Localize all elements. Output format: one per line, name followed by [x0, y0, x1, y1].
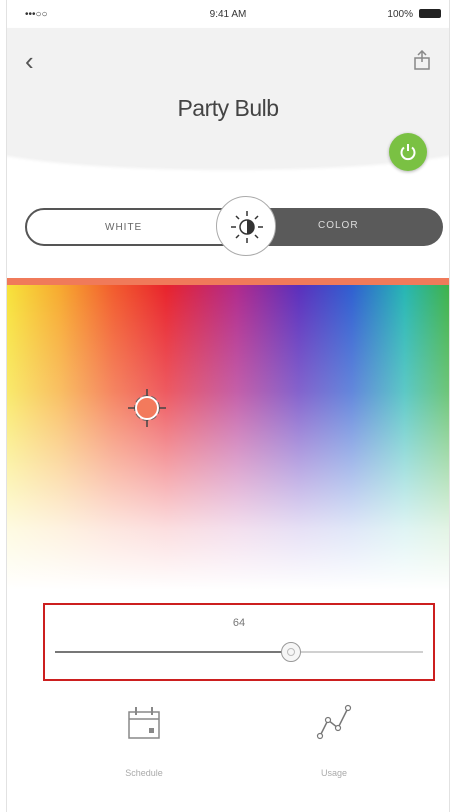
app-screen: •••○○ 9:41 AM 100% ‹ Party Bulb WHITE CO…	[6, 0, 450, 812]
schedule-button[interactable]: Schedule	[94, 702, 194, 792]
mode-toggle[interactable]: WHITE COLOR	[25, 196, 443, 256]
crosshair-icon	[128, 389, 166, 427]
status-time: 9:41 AM	[209, 9, 247, 20]
mode-white-option[interactable]: WHITE	[25, 208, 245, 246]
schedule-label: Schedule	[125, 768, 163, 778]
status-bar: •••○○ 9:41 AM 100%	[7, 0, 449, 28]
power-button[interactable]	[389, 133, 427, 171]
brightness-slider-fill	[55, 651, 291, 653]
mode-toggle-knob[interactable]	[216, 196, 276, 256]
mode-color-label: COLOR	[318, 220, 359, 231]
selected-color-swatch	[135, 396, 159, 420]
brightness-value: 64	[232, 617, 246, 629]
brightness-slider-track[interactable]	[55, 642, 423, 662]
color-picker-handle[interactable]	[127, 388, 167, 428]
usage-button[interactable]: Usage	[284, 702, 384, 792]
power-icon	[400, 144, 416, 161]
battery-icon	[419, 9, 441, 18]
usage-label: Usage	[320, 768, 347, 778]
brightness-slider-thumb[interactable]	[280, 642, 301, 662]
share-icon	[414, 49, 430, 70]
page-title: Party Bulb	[177, 95, 279, 121]
share-button[interactable]	[413, 49, 431, 70]
back-button[interactable]: ‹	[25, 48, 34, 74]
color-indicator-bar	[7, 278, 449, 285]
usage-graph-icon	[316, 704, 352, 740]
battery-percent: 100%	[387, 9, 413, 20]
mode-white-label: WHITE	[105, 222, 143, 233]
brightness-slider-panel: 64	[43, 603, 435, 681]
calendar-icon	[128, 707, 160, 739]
color-palette[interactable]	[7, 285, 449, 590]
bulb-icon	[231, 211, 263, 243]
